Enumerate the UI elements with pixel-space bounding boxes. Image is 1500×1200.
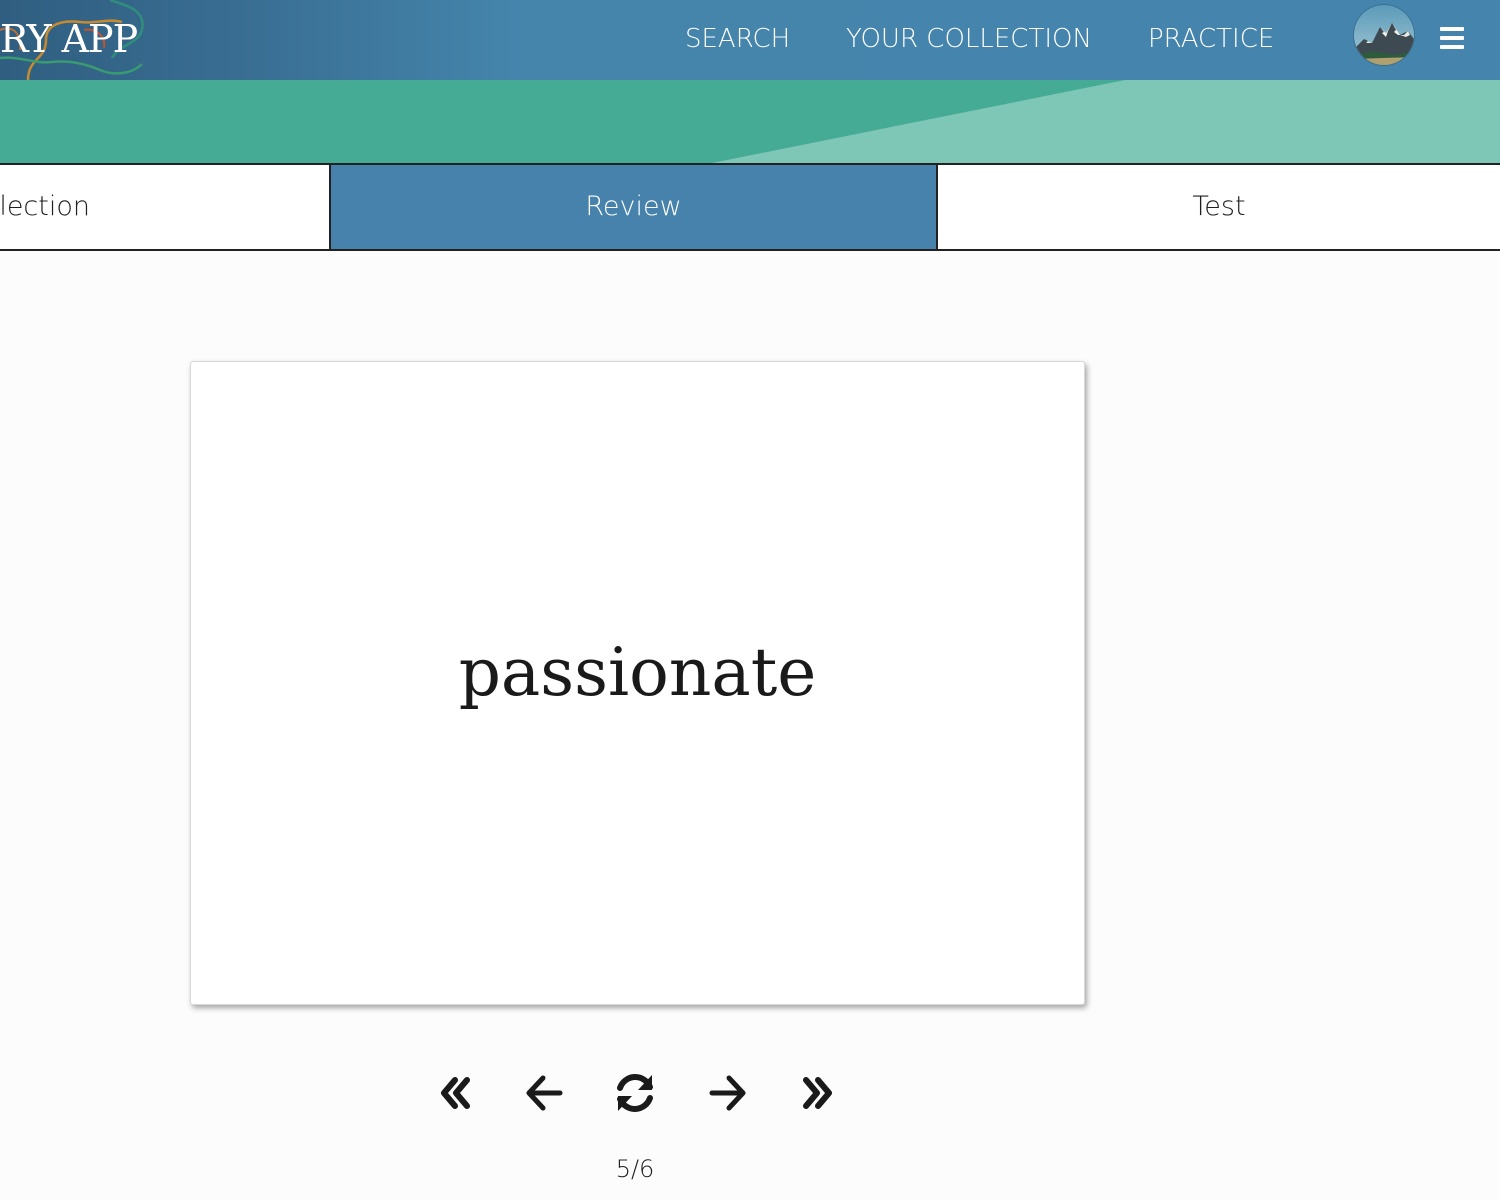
app-logo-text: RY APP xyxy=(0,17,138,61)
previous-card-button[interactable] xyxy=(520,1068,570,1118)
next-card-button[interactable] xyxy=(702,1068,752,1118)
tab-test-label: Test xyxy=(1192,191,1246,222)
arrow-left-icon xyxy=(526,1075,563,1111)
flashcard[interactable]: passionate xyxy=(190,361,1085,1005)
flip-card-button[interactable] xyxy=(610,1068,660,1118)
tab-collection-label: llection xyxy=(0,191,90,222)
double-chevron-left-icon xyxy=(441,1077,470,1109)
last-card-button[interactable] xyxy=(791,1068,841,1118)
tab-review[interactable]: Review xyxy=(331,165,938,249)
nav-search-link[interactable]: SEARCH xyxy=(685,22,790,56)
tab-collection[interactable]: llection xyxy=(0,165,331,249)
tab-review-label: Review xyxy=(585,191,682,222)
user-avatar[interactable] xyxy=(1354,5,1414,65)
double-chevron-right-icon xyxy=(803,1077,832,1109)
nav-practice-link[interactable]: PRACTICE xyxy=(1148,22,1274,56)
hamburger-menu-icon[interactable] xyxy=(1438,25,1466,51)
card-position-counter: 5/6 xyxy=(615,1155,655,1183)
flashcard-word: passionate xyxy=(458,634,817,711)
banner-diagonal-accent xyxy=(712,80,1500,163)
first-card-button[interactable] xyxy=(432,1068,482,1118)
nav-your-collection-link[interactable]: YOUR COLLECTION xyxy=(846,22,1092,56)
practice-tabs: llection Review Test xyxy=(0,163,1500,251)
top-navigation-bar: RY APP SEARCH YOUR COLLECTION PRACTICE xyxy=(0,0,1500,80)
mountain-avatar-icon xyxy=(1354,5,1414,65)
header-banner xyxy=(0,80,1500,163)
tab-test[interactable]: Test xyxy=(938,165,1500,249)
arrow-right-icon xyxy=(709,1075,746,1111)
refresh-icon xyxy=(617,1074,653,1112)
app-logo[interactable]: RY APP xyxy=(0,0,150,80)
